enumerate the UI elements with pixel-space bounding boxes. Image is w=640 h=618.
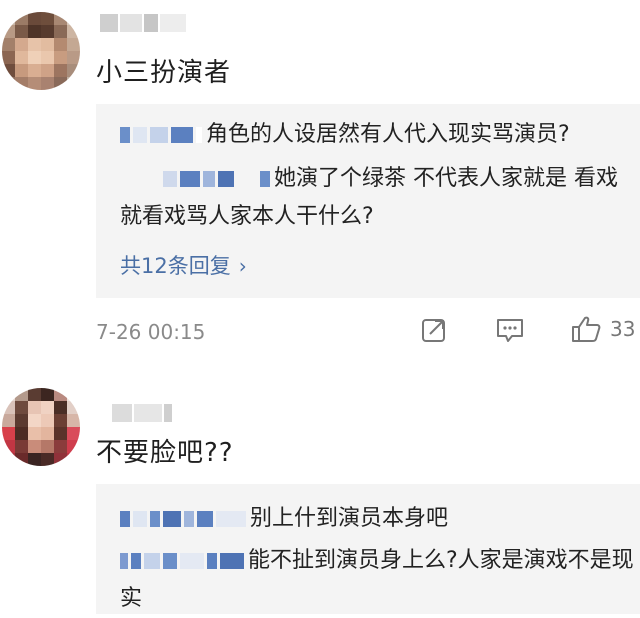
username-masked[interactable] (100, 10, 186, 36)
comment-2: 不要脸吧?? 别上什到演员本身吧 能不扯到演员身上么?人家是演戏不是现实 (0, 380, 640, 614)
avatar[interactable] (2, 12, 80, 90)
reply-preview-box[interactable]: 别上什到演员本身吧 能不扯到演员身上么?人家是演戏不是现实 (96, 484, 640, 614)
comment-text: 小三扮演者 (96, 58, 232, 88)
reply-text: 角色的人设居然有人代入现实骂演员? (206, 122, 570, 147)
share-icon (420, 316, 448, 344)
reply-username-masked[interactable] (120, 511, 246, 527)
reply-item: 她演了个绿茶 不代表人家就是 看戏就看戏骂人家本人干什么? (120, 160, 638, 236)
like-count: 33 (610, 317, 636, 341)
like-icon (570, 314, 602, 344)
reply-username-masked[interactable] (120, 553, 244, 569)
avatar[interactable] (2, 388, 80, 466)
reply-preview-box[interactable]: 角色的人设居然有人代入现实骂演员? 她演了个绿茶 不代表人家就是 看戏就看戏骂人… (96, 104, 640, 298)
reply-username-masked[interactable] (120, 127, 202, 143)
view-more-replies-link[interactable]: 共12条回复 › (120, 250, 247, 280)
reply-item: 别上什到演员本身吧 (120, 500, 638, 538)
comment-button[interactable] (495, 316, 525, 344)
chevron-right-icon: › (238, 254, 247, 278)
reply-username-masked[interactable] (120, 171, 270, 187)
timestamp: 7-26 00:15 (96, 320, 206, 344)
reply-item: 能不扯到演员身上么?人家是演戏不是现实 (120, 542, 638, 618)
username-masked[interactable] (112, 400, 172, 426)
comment-1: 小三扮演者 角色的人设居然有人代入现实骂演员? 她演了个绿茶 不代表人家就是 看… (0, 0, 640, 380)
reply-text: 别上什到演员本身吧 (250, 506, 449, 531)
share-button[interactable] (420, 316, 448, 344)
comment-text: 不要脸吧?? (96, 438, 234, 468)
like-button[interactable]: 33 (570, 314, 635, 344)
reply-item: 角色的人设居然有人代入现实骂演员? (120, 116, 638, 154)
comment-icon (495, 316, 525, 344)
